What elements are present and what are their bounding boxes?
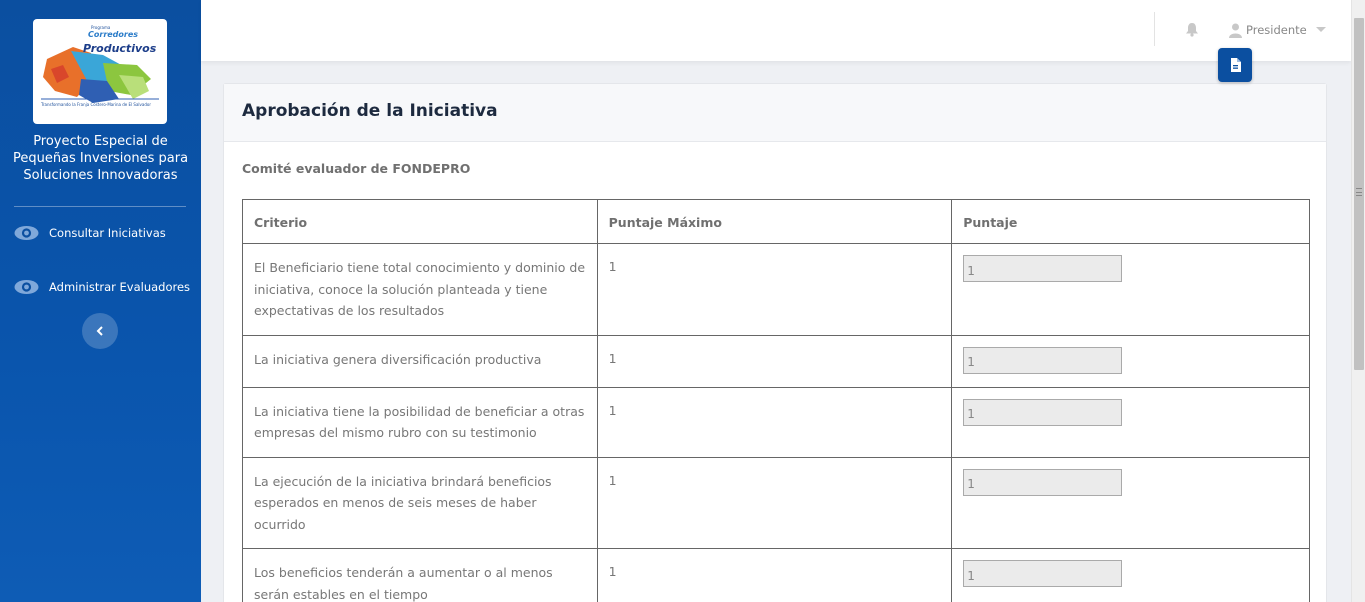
score-input[interactable]: [963, 560, 1123, 587]
table-row: La iniciativa genera diversificación pro…: [242, 334, 1310, 388]
criterion-text: La ejecución de la iniciativa brindará b…: [242, 456, 598, 549]
program-logo: Programa Corredores Productivos Transfor…: [33, 19, 167, 124]
scrollbar-thumb[interactable]: [1354, 18, 1364, 370]
user-icon: [1229, 23, 1242, 38]
criterion-text: Los beneficios tenderán a aumentar o al …: [242, 548, 598, 602]
document-icon: [1230, 58, 1241, 72]
user-name: Presidente: [1246, 23, 1307, 37]
sidebar-item-consultar-iniciativas[interactable]: Consultar Iniciativas: [14, 221, 194, 245]
table-row: La iniciativa tiene la posibilidad de be…: [242, 386, 1310, 458]
page-title: Aprobación de la Iniciativa: [242, 101, 498, 121]
bell-icon: [1186, 23, 1198, 37]
logo-tagline: Transformando la Franja Costero-Marina d…: [41, 102, 151, 107]
score-cell: [951, 548, 1310, 602]
user-menu[interactable]: Presidente: [1229, 20, 1326, 40]
score-input[interactable]: [963, 468, 1123, 496]
page-scrollbar[interactable]: [1351, 0, 1365, 602]
criterion-text: La iniciativa genera diversificación pro…: [242, 334, 598, 388]
score-input[interactable]: [963, 255, 1123, 282]
max-score: 1: [596, 243, 953, 336]
column-header-criterio: Criterio: [242, 199, 598, 244]
score-cell: [951, 334, 1310, 388]
table-header-row: Criterio Puntaje Máximo Puntaje: [242, 199, 1310, 244]
max-score: 1: [596, 548, 953, 602]
sidebar-divider: [14, 206, 186, 207]
committee-subtitle: Comité evaluador de FONDEPRO: [242, 161, 471, 176]
score-input[interactable]: [963, 398, 1123, 426]
table-row: Los beneficios tenderán a aumentar o al …: [242, 548, 1310, 602]
sidebar-collapse-button[interactable]: [82, 313, 118, 349]
score-cell: [951, 243, 1310, 336]
column-header-puntaje: Puntaje: [951, 199, 1310, 244]
notifications-button[interactable]: [1185, 22, 1199, 41]
score-cell: [951, 456, 1310, 549]
eye-icon: [14, 225, 40, 241]
logo-corredores-text: Corredores: [88, 30, 139, 39]
chevron-left-icon: [96, 326, 103, 336]
scrollbar-grip: [1356, 188, 1362, 196]
table-row: La ejecución de la iniciativa brindará b…: [242, 456, 1310, 549]
topbar-divider: [1154, 12, 1155, 46]
max-score: 1: [596, 334, 953, 388]
sidebar-item-label: Consultar Iniciativas: [49, 226, 166, 240]
evaluation-table: Criterio Puntaje Máximo Puntaje El Benef…: [242, 199, 1310, 602]
max-score: 1: [596, 386, 953, 458]
caret-down-icon: [1315, 27, 1326, 32]
report-button[interactable]: [1218, 48, 1252, 82]
card-header: Aprobación de la Iniciativa: [224, 84, 1326, 142]
criterion-text: El Beneficiario tiene total conocimiento…: [242, 243, 598, 336]
eye-icon: [14, 279, 40, 295]
criterion-text: La iniciativa tiene la posibilidad de be…: [242, 386, 598, 458]
max-score: 1: [596, 456, 953, 549]
logo-productivos-text: Productivos: [83, 42, 157, 55]
sidebar: Programa Corredores Productivos Transfor…: [0, 0, 201, 602]
table-row: El Beneficiario tiene total conocimiento…: [242, 243, 1310, 336]
column-header-puntaje-maximo: Puntaje Máximo: [596, 199, 953, 244]
sidebar-item-administrar-evaluadores[interactable]: Administrar Evaluadores: [14, 275, 194, 299]
approval-card: Aprobación de la Iniciativa Comité evalu…: [223, 83, 1327, 602]
organization-name: Proyecto Especial de Pequeñas Inversione…: [12, 134, 189, 183]
score-input[interactable]: [963, 346, 1123, 374]
score-cell: [951, 386, 1310, 458]
sidebar-item-label: Administrar Evaluadores: [49, 280, 191, 294]
top-bar: Presidente: [201, 0, 1351, 61]
